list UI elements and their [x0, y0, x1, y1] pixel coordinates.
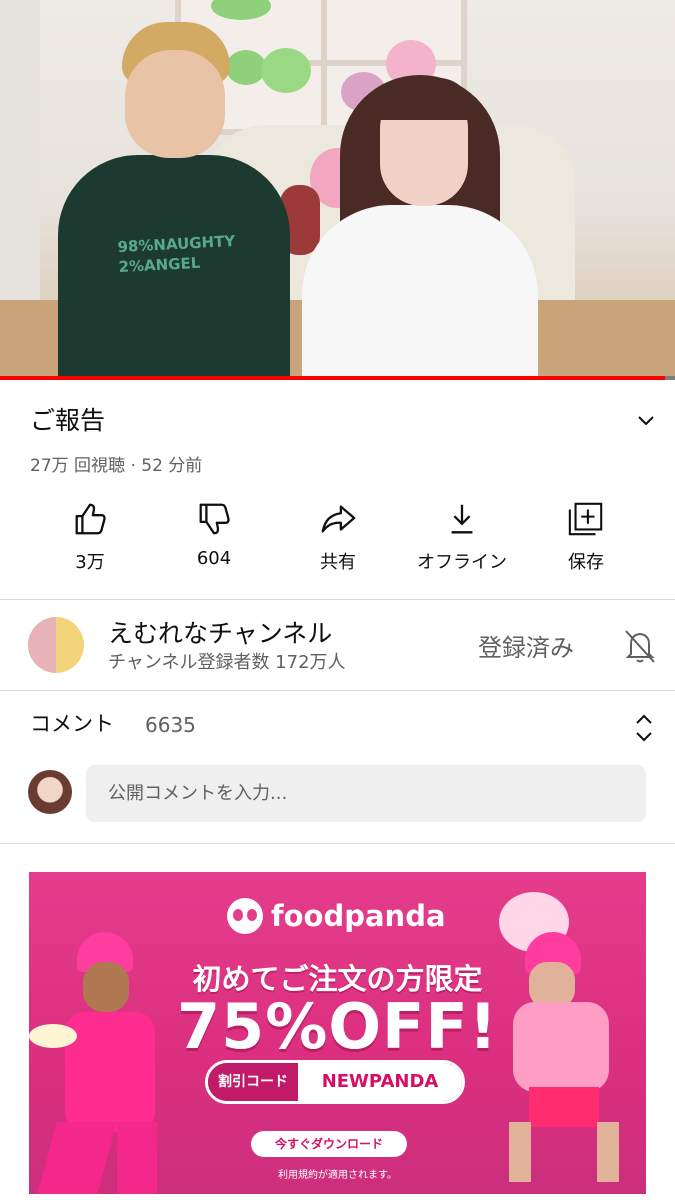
offline-label: オフライン	[417, 552, 507, 573]
action-bar: 3万 604 共有 オフライン 保存	[28, 500, 648, 580]
download-icon	[451, 504, 473, 534]
ad-offer: 75%OFF!	[176, 990, 499, 1063]
channel-avatar[interactable]	[28, 617, 84, 673]
channel-name[interactable]: えむれなチャンネル	[108, 614, 332, 650]
dislike-count: 604	[196, 548, 232, 569]
share-icon	[321, 505, 356, 533]
promo-code: NEWPANDA	[298, 1063, 462, 1101]
save-to-playlist-icon	[568, 502, 603, 536]
chevron-down-icon[interactable]	[636, 410, 656, 430]
video-player[interactable]: 98%NAUGHTY 2%ANGEL	[0, 0, 675, 380]
offline-button[interactable]: オフライン	[400, 500, 524, 574]
video-meta: 27万 回視聴 · 52 分前	[30, 456, 203, 476]
promo-code-badge: 割引コード NEWPANDA	[205, 1060, 465, 1104]
save-button[interactable]: 保存	[524, 500, 648, 574]
progress-bar[interactable]	[0, 376, 675, 380]
like-button[interactable]: 3万	[28, 500, 152, 574]
dislike-button[interactable]: 604	[152, 500, 276, 569]
foodpanda-logo: foodpanda	[227, 894, 446, 938]
divider	[0, 690, 675, 691]
bell-off-icon[interactable]	[620, 626, 660, 666]
comments-count: 6635	[145, 713, 196, 737]
share-label: 共有	[320, 552, 356, 573]
panda-icon	[227, 898, 263, 934]
comment-input[interactable]: 公開コメントを入力...	[86, 765, 646, 822]
progress-fill	[0, 376, 665, 380]
user-avatar	[28, 770, 72, 814]
like-count: 3万	[75, 552, 105, 573]
divider	[0, 843, 675, 844]
person-right	[302, 205, 538, 380]
face	[125, 50, 225, 158]
subscribed-button[interactable]: 登録済み	[478, 628, 574, 663]
video-title-row[interactable]: ご報告	[30, 404, 660, 440]
promo-code-label: 割引コード	[208, 1063, 298, 1101]
comments-heading: コメント	[30, 712, 114, 736]
terms-notice: 利用規約が適用されます。	[278, 1170, 397, 1181]
subscriber-count: チャンネル登録者数 172万人	[108, 652, 346, 673]
thumbs-up-icon	[75, 503, 106, 535]
video-title: ご報告	[30, 406, 106, 435]
foodpanda-ad-banner[interactable]: foodpanda 初めてご注文の方限定 75%OFF! 割引コード NEWPA…	[29, 872, 646, 1194]
expand-collapse-icon[interactable]	[632, 712, 656, 744]
share-button[interactable]: 共有	[276, 500, 400, 574]
thumbs-down-icon	[199, 503, 230, 535]
brand-name: foodpanda	[271, 899, 446, 933]
shirt-print: 98%NAUGHTY 2%ANGEL	[117, 231, 236, 277]
channel-row[interactable]: えむれなチャンネル チャンネル登録者数 172万人 登録済み	[0, 600, 675, 690]
bangs	[375, 78, 473, 120]
save-label: 保存	[568, 552, 604, 573]
download-now-button[interactable]: 今すぐダウンロード	[251, 1131, 407, 1157]
wall	[0, 0, 40, 330]
